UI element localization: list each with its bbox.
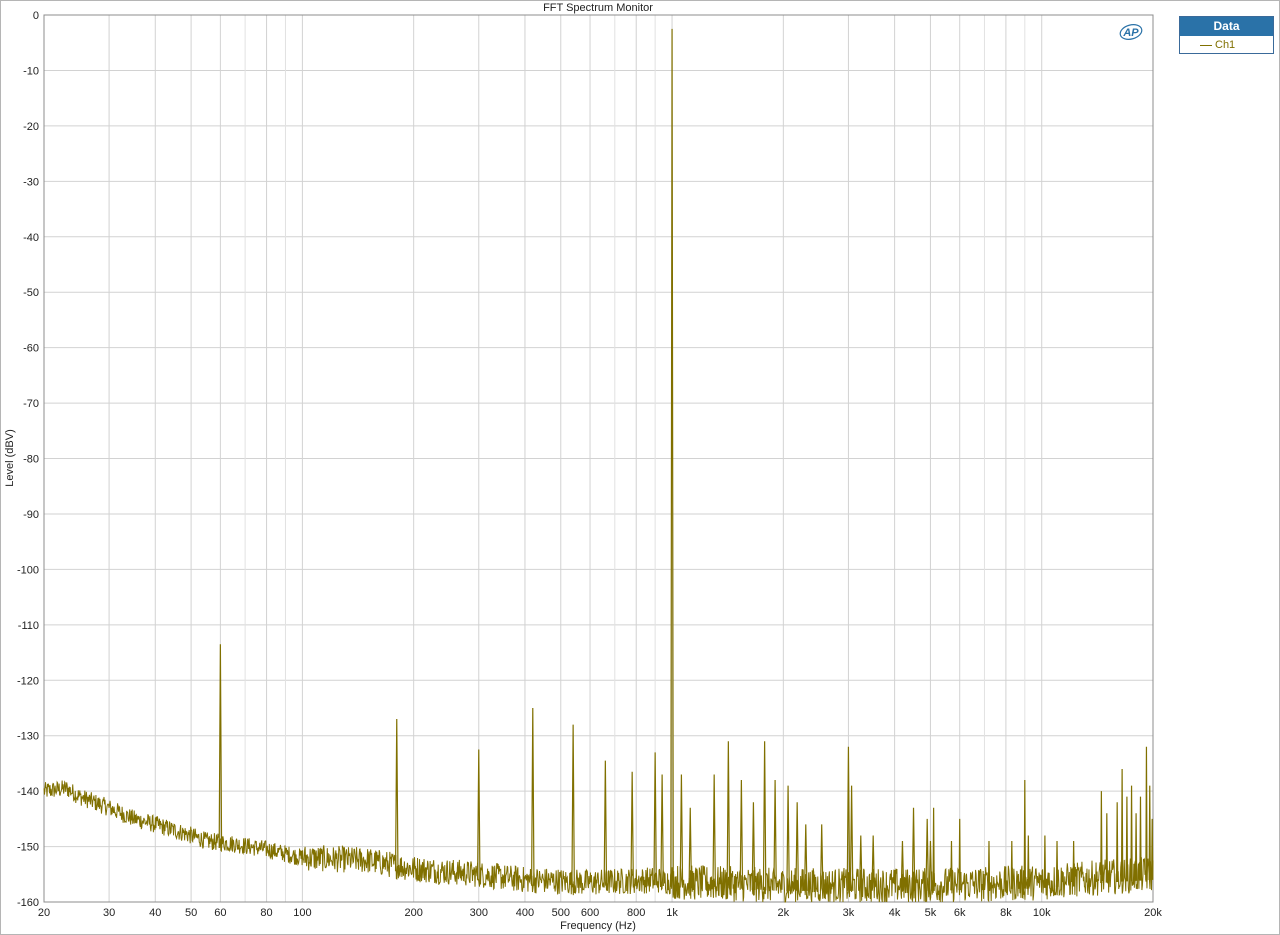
x-tick-label: 2k [778, 907, 790, 919]
y-tick-label: -110 [18, 620, 39, 632]
spectrum-peak [1148, 785, 1151, 881]
y-tick-label: -70 [23, 398, 39, 410]
x-tick-label: 8k [1000, 907, 1012, 919]
legend-swatch-ch1 [1200, 44, 1212, 46]
spectrum-peak [1115, 802, 1119, 882]
y-tick-label: 0 [33, 10, 39, 22]
spectrum-peak [603, 760, 608, 888]
spectrum-peak [571, 724, 575, 888]
spectrum-peak [1134, 813, 1138, 881]
spectrum-peak [726, 741, 731, 890]
y-tick-label: -50 [23, 287, 39, 299]
series-ch1 [43, 28, 1154, 903]
spectrum-peak [1100, 791, 1103, 884]
x-tick-label: 20 [38, 907, 50, 919]
spectrum-peak [394, 719, 399, 872]
x-axis-label: Frequency (Hz) [560, 920, 636, 932]
x-tick-label: 80 [260, 907, 272, 919]
spectrum-peak [773, 780, 777, 891]
grid-lines [43, 14, 1154, 903]
x-tick-label: 50 [185, 907, 197, 919]
chart-canvas: FFT Spectrum Monitor 0 -10 -20 -30 -40 -50 -60… [4, 2, 1162, 932]
x-tick-label: 10k [1033, 907, 1051, 919]
x-tick-label: 30 [103, 907, 115, 919]
x-axis-ticks: 20 30 40 50 60 80 100 200 300 400 500 600 800 1k 2k 3k 4… [38, 907, 1162, 919]
x-tick-label: 5k [925, 907, 937, 919]
spectrum-peak [958, 818, 961, 891]
spectrum-peak [1125, 796, 1129, 882]
ap-logo: AP [1119, 24, 1143, 40]
y-tick-label: -60 [23, 343, 39, 355]
legend-label-ch1: Ch1 [1215, 39, 1236, 51]
spectrum-peak [786, 785, 790, 891]
y-tick-label: -10 [23, 65, 39, 77]
y-tick-label: -140 [17, 786, 39, 798]
x-tick-label: 60 [214, 907, 226, 919]
ap-logo-text: AP [1122, 27, 1139, 39]
y-tick-label: -30 [23, 176, 39, 188]
spectrum-peak [849, 785, 854, 891]
spectrum-peak [987, 841, 991, 890]
y-tick-label: -150 [17, 842, 39, 854]
chart-title: FFT Spectrum Monitor [543, 2, 653, 14]
y-tick-label: -130 [17, 731, 39, 743]
spectrum-peak [1072, 841, 1075, 886]
x-tick-label: 400 [516, 907, 534, 919]
x-tick-label: 6k [954, 907, 966, 919]
spectrum-peak [712, 774, 716, 889]
spectrum-peak [1150, 818, 1154, 880]
spectrum-peak [1043, 835, 1047, 888]
spectrum-peak [1139, 796, 1142, 881]
spectrum-peak [1130, 785, 1133, 882]
x-tick-label: 100 [293, 907, 311, 919]
spectrum-peak [1027, 835, 1030, 889]
spectrum-peak [932, 807, 935, 891]
spectrum-peak [1055, 841, 1059, 887]
y-axis-label: Level (dBV) [4, 429, 16, 486]
spectrum-peak [1120, 768, 1124, 882]
series-ch1-noise-trace [43, 780, 1154, 903]
x-tick-label: 40 [149, 907, 161, 919]
spectrum-peak [1105, 813, 1109, 883]
x-tick-label: 800 [627, 907, 645, 919]
y-tick-label: -160 [17, 897, 39, 909]
x-tick-label: 20k [1144, 907, 1162, 919]
x-tick-label: 600 [581, 907, 599, 919]
spectrum-peak [1010, 841, 1014, 889]
y-tick-label: -90 [23, 509, 39, 521]
spectrum-peak [530, 707, 535, 886]
spectrum-peak [795, 802, 799, 891]
x-tick-label: 200 [404, 907, 422, 919]
legend-entry-ch1[interactable]: Ch1 [1180, 36, 1273, 54]
legend: Data Ch1 [1179, 16, 1274, 54]
y-tick-label: -40 [23, 232, 39, 244]
spectrum-peak [762, 741, 767, 891]
x-tick-label: 1k [666, 907, 678, 919]
x-tick-label: 3k [843, 907, 855, 919]
y-tick-label: -80 [23, 454, 39, 466]
y-tick-label: -20 [23, 121, 39, 133]
legend-header: Data [1180, 17, 1273, 36]
spectrum-peak [950, 841, 953, 891]
x-tick-label: 300 [470, 907, 488, 919]
y-tick-label: -100 [17, 564, 39, 576]
spectrum-peak [1023, 780, 1027, 889]
spectrum-peak [1145, 746, 1148, 881]
x-tick-label: 4k [889, 907, 901, 919]
y-axis-ticks: 0 -10 -20 -30 -40 -50 -60 -70 -80 -90 -100 -110 -120… [17, 10, 39, 909]
x-tick-label: 500 [552, 907, 570, 919]
y-tick-label: -120 [17, 675, 39, 687]
spectrum-peak [739, 780, 744, 890]
